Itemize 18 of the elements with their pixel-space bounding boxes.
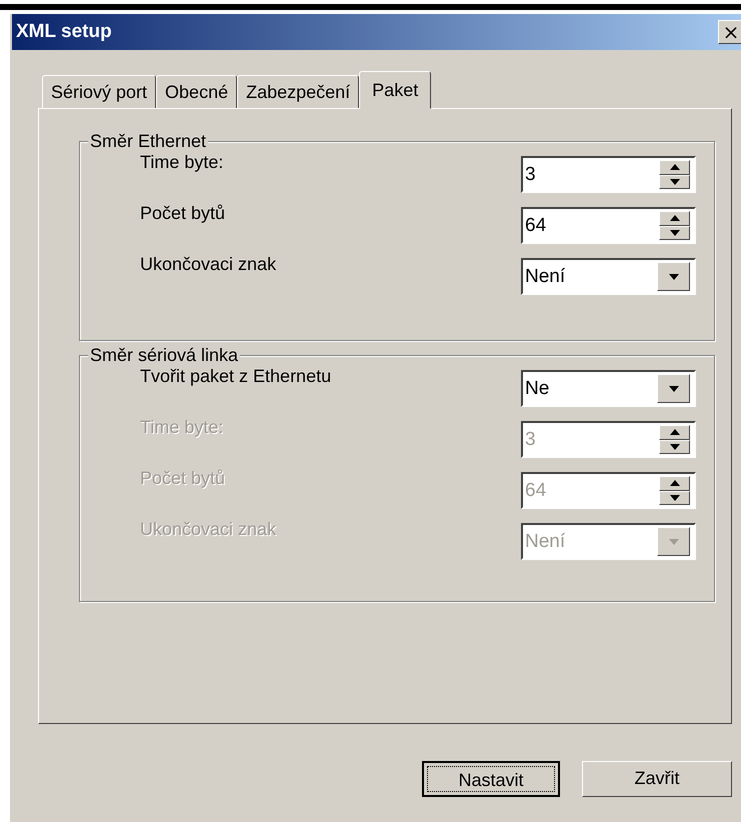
field-label: Tvořit paket z Ethernetu <box>140 366 332 387</box>
window-title: XML setup <box>16 21 112 43</box>
tab[interactable]: Zabezpečení <box>237 75 360 108</box>
close-button[interactable]: × <box>718 20 741 44</box>
tab[interactable]: Sériový port <box>42 75 156 108</box>
spin-buttons[interactable] <box>659 211 690 240</box>
field-label: Time byte: <box>140 152 224 173</box>
spin-box[interactable]: 64 <box>521 207 696 244</box>
tab[interactable]: Paket <box>359 71 432 109</box>
field-label: Počet bytů <box>140 203 226 224</box>
spin-box[interactable]: 3 <box>521 156 696 193</box>
dropdown[interactable]: Ne <box>521 370 696 407</box>
button[interactable]: Zavřit <box>582 761 732 797</box>
field-label: Ukončovaci znak <box>140 254 276 275</box>
tab[interactable]: Obecné <box>156 75 238 108</box>
button[interactable]: Nastavit <box>422 761 560 797</box>
spin-buttons[interactable] <box>659 160 690 189</box>
dropdown[interactable]: Není <box>521 258 696 295</box>
